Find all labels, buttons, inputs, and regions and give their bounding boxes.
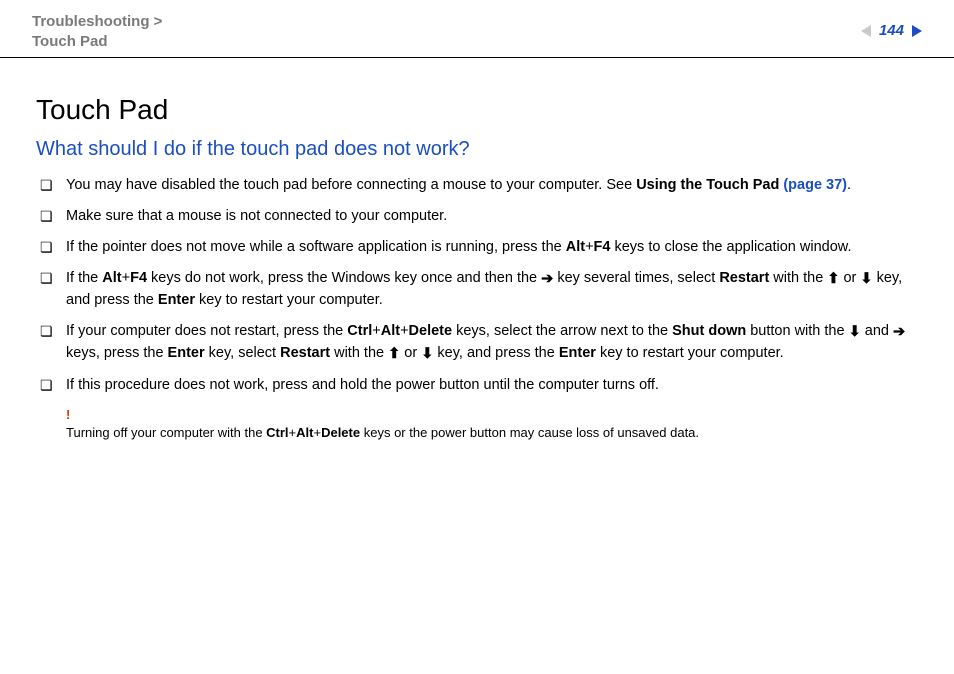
arrow-right-icon: ➔ (541, 269, 553, 290)
list-item: If this procedure does not work, press a… (40, 375, 918, 396)
text: with the (330, 345, 388, 361)
link-text: Using the Touch Pad (636, 177, 783, 193)
list-item: Make sure that a mouse is not connected … (40, 206, 918, 227)
text: Turning off your computer with the (66, 425, 266, 440)
text: If your computer does not restart, press… (66, 323, 347, 339)
text: key several times, select (553, 270, 719, 286)
arrow-down-icon: ⬇ (860, 269, 872, 290)
plus: + (122, 270, 130, 286)
list-item: If the Alt+F4 keys do not work, press th… (40, 268, 918, 311)
warning-note: ! Turning off your computer with the Ctr… (36, 406, 918, 442)
text: If the (66, 270, 102, 286)
plus: + (585, 239, 593, 255)
warning-icon: ! (66, 406, 918, 424)
breadcrumb-line-2: Touch Pad (32, 33, 108, 50)
troubleshoot-list: You may have disabled the touch pad befo… (36, 175, 918, 396)
plus: + (289, 425, 297, 440)
arrow-down-icon: ⬇ (421, 344, 433, 365)
key-alt: Alt (566, 239, 585, 255)
page-header: Troubleshooting > Touch Pad 144 (0, 0, 954, 58)
text: keys or the power button may cause loss … (360, 425, 699, 440)
key-delete: Delete (321, 425, 360, 440)
plus: + (400, 323, 408, 339)
text: button with the (746, 323, 848, 339)
text: or (839, 270, 860, 286)
key-ctrl: Ctrl (347, 323, 372, 339)
text: keys, select the arrow next to the (452, 323, 672, 339)
text: and (861, 323, 893, 339)
text: keys to close the application window. (610, 239, 851, 255)
list-item: If your computer does not restart, press… (40, 321, 918, 365)
key-restart: Restart (719, 270, 769, 286)
text: key, and press the (433, 345, 558, 361)
arrow-right-icon: ➔ (893, 322, 905, 343)
text: . (847, 177, 851, 193)
key-alt: Alt (102, 270, 121, 286)
text: with the (769, 270, 827, 286)
arrow-down-icon: ⬇ (849, 322, 861, 343)
plus: + (313, 425, 321, 440)
breadcrumb: Troubleshooting > Touch Pad (32, 12, 162, 51)
text: key, select (205, 345, 280, 361)
list-item: If the pointer does not move while a sof… (40, 237, 918, 258)
text: You may have disabled the touch pad befo… (66, 177, 636, 193)
key-alt: Alt (296, 425, 313, 440)
page-title: Touch Pad (36, 94, 918, 126)
arrow-up-icon: ⬆ (827, 269, 839, 290)
plus: + (372, 323, 380, 339)
text: keys do not work, press the Windows key … (147, 270, 541, 286)
next-page-arrow-icon[interactable] (912, 25, 922, 37)
key-alt: Alt (381, 323, 400, 339)
text: If this procedure does not work, press a… (66, 377, 659, 393)
section-question: What should I do if the touch pad does n… (36, 138, 918, 161)
key-f4: F4 (594, 239, 611, 255)
key-delete: Delete (409, 323, 453, 339)
key-enter: Enter (158, 292, 195, 308)
key-shutdown: Shut down (672, 323, 746, 339)
key-enter: Enter (168, 345, 205, 361)
text: key to restart your computer. (195, 292, 383, 308)
page-link[interactable]: (page 37) (783, 177, 847, 193)
text: or (400, 345, 421, 361)
page-number: 144 (879, 22, 904, 39)
key-enter: Enter (559, 345, 596, 361)
list-item: You may have disabled the touch pad befo… (40, 175, 918, 196)
key-ctrl: Ctrl (266, 425, 288, 440)
page-navigator: 144 (861, 22, 922, 39)
document-page: Troubleshooting > Touch Pad 144 Touch Pa… (0, 0, 954, 674)
text: If the pointer does not move while a sof… (66, 239, 566, 255)
text: Make sure that a mouse is not connected … (66, 208, 447, 224)
arrow-up-icon: ⬆ (388, 344, 400, 365)
key-restart: Restart (280, 345, 330, 361)
text: key to restart your computer. (596, 345, 784, 361)
prev-page-arrow-icon[interactable] (861, 25, 871, 37)
key-f4: F4 (130, 270, 147, 286)
text: keys, press the (66, 345, 168, 361)
page-content: Touch Pad What should I do if the touch … (0, 58, 954, 443)
breadcrumb-line-1: Troubleshooting > (32, 13, 162, 30)
